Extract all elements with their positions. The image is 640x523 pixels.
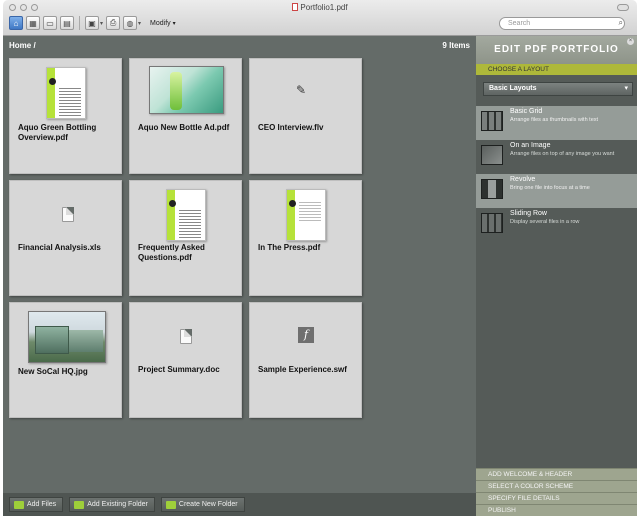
video-file-icon: ✎ — [296, 83, 307, 97]
save-button[interactable]: ▣ — [85, 16, 99, 30]
home-view-button[interactable]: ⌂ — [9, 16, 23, 30]
file-tile[interactable]: f Sample Experience.swf — [249, 302, 362, 418]
sliding-row-layout-icon — [481, 213, 503, 233]
add-files-button[interactable]: Add Files — [9, 497, 64, 512]
document-file-icon — [180, 329, 192, 344]
toolbar-toggle-icon[interactable] — [617, 4, 629, 11]
layout-description: Bring one file into focus at a time — [510, 185, 590, 191]
photo-thumbnail — [28, 311, 106, 363]
create-new-folder-button[interactable]: Create New Folder — [160, 497, 245, 512]
chevron-down-icon: ▾ — [624, 85, 628, 92]
file-workspace: Home / 9 Items Aquo Green Bottling Overv… — [3, 36, 476, 516]
revolve-layout-icon — [481, 179, 503, 199]
modify-label: Modify — [150, 19, 171, 27]
on-an-image-layout-icon — [481, 145, 503, 165]
share-globe-button[interactable]: ◍ — [123, 16, 138, 30]
file-tile[interactable]: Project Summary.doc — [129, 302, 242, 418]
layout-name: On an Image — [510, 142, 551, 149]
layout-description: Arrange files as thumbnails with text — [510, 117, 599, 123]
new-folder-icon — [165, 500, 176, 509]
ad-image-thumbnail — [149, 66, 224, 114]
folder-icon — [74, 500, 85, 509]
layout-view-button[interactable]: ▭ — [43, 16, 57, 30]
layout-name: Sliding Row — [510, 210, 547, 217]
flash-file-icon: f — [298, 327, 314, 343]
layout-option-sliding-row[interactable]: Sliding Row Display several files in a r… — [476, 208, 637, 242]
panel-title: EDIT PDF PORTFOLIO — [494, 44, 619, 55]
add-existing-folder-label: Add Existing Folder — [87, 501, 148, 508]
color-scheme-step[interactable]: SELECT A COLOR SCHEME — [476, 480, 637, 492]
window-title: Portfolio1.pdf — [3, 3, 637, 12]
publish-step[interactable]: PUBLISH — [476, 504, 637, 516]
basic-grid-layout-icon — [481, 111, 503, 131]
panel-header: EDIT PDF PORTFOLIO × — [476, 36, 637, 64]
file-tile[interactable]: Frequently Asked Questions.pdf — [129, 180, 242, 296]
window-title-text: Portfolio1.pdf — [300, 3, 348, 12]
toolbar: ⌂ ▦ ▭ ▤ ▣ ▾ ⎙ ◍ ▾ Modify ▾ — [9, 14, 182, 32]
window-titlebar: Portfolio1.pdf ⌂ ▦ ▭ ▤ ▣ ▾ ⎙ ◍ ▾ Modify … — [3, 0, 637, 36]
add-existing-folder-button[interactable]: Add Existing Folder — [69, 497, 155, 512]
file-name: Project Summary.doc — [138, 365, 220, 374]
print-button[interactable]: ⎙ — [106, 16, 121, 30]
welcome-header-step[interactable]: ADD WELCOME & HEADER — [476, 468, 637, 480]
layout-category-select[interactable]: Basic Layouts ▾ — [483, 82, 633, 96]
layout-name: Revolve — [510, 176, 536, 183]
pdf-thumbnail — [166, 189, 206, 241]
file-name: In The Press.pdf — [258, 243, 321, 252]
grid-view-button[interactable]: ▦ — [26, 16, 40, 30]
toolbar-separator — [79, 16, 80, 30]
share-dropdown-icon[interactable]: ▾ — [138, 20, 141, 27]
spreadsheet-file-icon — [62, 207, 74, 222]
file-name: CEO Interview.flv — [258, 123, 324, 132]
modify-menu-button[interactable]: Modify ▾ — [144, 17, 182, 30]
search-icon[interactable]: ⌕ — [619, 18, 623, 28]
layout-option-on-an-image[interactable]: On an Image Arrange files on top of any … — [476, 140, 637, 174]
add-files-icon — [14, 500, 24, 509]
file-name: New SoCal HQ.jpg — [18, 367, 88, 376]
bottom-action-bar: Add Files Add Existing Folder Create New… — [3, 493, 476, 516]
layout-option-basic-grid[interactable]: Basic Grid Arrange files as thumbnails w… — [476, 106, 637, 140]
layout-description: Arrange files on top of any image you wa… — [510, 151, 615, 157]
edit-portfolio-panel: EDIT PDF PORTFOLIO × CHOOSE A LAYOUT Bas… — [476, 36, 637, 516]
file-tile[interactable]: Aquo Green Bottling Overview.pdf — [9, 58, 122, 174]
layout-name: Basic Grid — [510, 108, 543, 115]
save-dropdown-icon[interactable]: ▾ — [100, 20, 103, 27]
breadcrumb[interactable]: Home / — [9, 41, 36, 50]
file-tile[interactable]: New SoCal HQ.jpg — [9, 302, 122, 418]
file-tile[interactable]: Financial Analysis.xls — [9, 180, 122, 296]
file-name: Sample Experience.swf — [258, 365, 347, 374]
file-tile[interactable]: In The Press.pdf — [249, 180, 362, 296]
layout-description: Display several files in a row — [510, 219, 580, 225]
pdf-thumbnail — [286, 189, 326, 241]
file-tile[interactable]: ✎ CEO Interview.flv — [249, 58, 362, 174]
file-details-step[interactable]: SPECIFY FILE DETAILS — [476, 492, 637, 504]
create-new-folder-label: Create New Folder — [178, 501, 238, 508]
search-input[interactable]: Search — [499, 17, 625, 30]
choose-layout-header[interactable]: CHOOSE A LAYOUT — [476, 64, 637, 75]
item-count: 9 Items — [442, 41, 470, 50]
files-view-button[interactable]: ▤ — [60, 16, 74, 30]
file-name: Financial Analysis.xls — [18, 243, 101, 252]
layout-option-revolve[interactable]: Revolve Bring one file into focus at a t… — [476, 174, 637, 208]
pdf-doc-icon — [292, 3, 299, 11]
modify-dropdown-icon: ▾ — [172, 20, 176, 27]
close-panel-icon[interactable]: × — [627, 38, 634, 45]
file-name: Frequently Asked Questions.pdf — [138, 243, 205, 262]
add-files-label: Add Files — [27, 501, 57, 508]
file-name: Aquo Green Bottling Overview.pdf — [18, 123, 97, 142]
file-tile[interactable]: Aquo New Bottle Ad.pdf — [129, 58, 242, 174]
layout-category-value: Basic Layouts — [489, 85, 537, 92]
pdf-thumbnail — [46, 67, 86, 119]
file-name: Aquo New Bottle Ad.pdf — [138, 123, 230, 132]
